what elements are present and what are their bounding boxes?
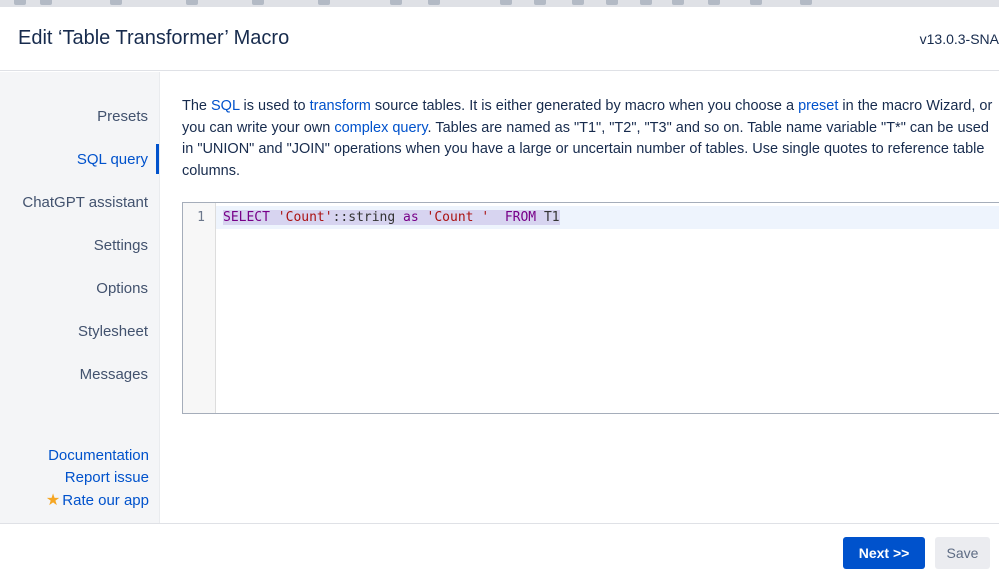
sql-link[interactable]: SQL [211, 98, 239, 114]
desc-text: The [182, 98, 212, 114]
keyword-from: FROM [504, 210, 537, 225]
sidebar-item-stylesheet[interactable]: Stylesheet [78, 323, 148, 340]
preset-link[interactable]: preset [798, 98, 838, 114]
toolbar-stub-icon [428, 0, 440, 5]
code-cast: ::string [332, 210, 404, 225]
toolbar-stub-icon [750, 0, 762, 5]
string-literal: 'Count ' [426, 210, 490, 225]
toolbar-stub-icon [640, 0, 652, 5]
desc-text: is used to [239, 98, 310, 114]
rate-app-label: Rate our app [62, 492, 149, 509]
sql-description: The SQL is used to transform source tabl… [182, 96, 997, 182]
star-icon: ★ [45, 492, 61, 509]
sidebar: Presets SQL query ChatGPT assistant Sett… [0, 72, 160, 523]
complex-query-link[interactable]: complex query [334, 120, 427, 136]
toolbar-stub-icon [800, 0, 812, 5]
report-issue-link[interactable]: Report issue [65, 469, 149, 486]
active-indicator [156, 144, 159, 174]
toolbar-stub-icon [40, 0, 52, 5]
dialog-title: Edit ‘Table Transformer’ Macro [18, 27, 290, 49]
keyword-select: SELECT [223, 210, 270, 225]
sidebar-item-sql-query[interactable]: SQL query [77, 151, 148, 168]
host-toolbar-strip [0, 0, 999, 7]
sidebar-item-options[interactable]: Options [96, 280, 148, 297]
next-button[interactable]: Next >> [843, 537, 925, 569]
desc-text: source tables. It is either generated by… [370, 98, 799, 114]
toolbar-stub-icon [14, 0, 26, 5]
dialog-footer: Next >> Save [0, 523, 999, 573]
sidebar-item-messages[interactable]: Messages [80, 366, 148, 383]
toolbar-stub-icon [500, 0, 512, 5]
toolbar-stub-icon [534, 0, 546, 5]
table-name: T1 [536, 210, 560, 225]
sidebar-item-chatgpt-assistant[interactable]: ChatGPT assistant [22, 194, 148, 211]
save-button[interactable]: Save [935, 537, 990, 569]
editor-gutter: 1 [183, 203, 216, 413]
version-label: v13.0.3-SNA [919, 31, 999, 47]
toolbar-stub-icon [318, 0, 330, 5]
keyword-as: as [403, 210, 419, 225]
toolbar-stub-icon [252, 0, 264, 5]
toolbar-stub-icon [708, 0, 720, 5]
sidebar-item-settings[interactable]: Settings [94, 237, 148, 254]
transform-link[interactable]: transform [310, 98, 371, 114]
toolbar-stub-icon [186, 0, 198, 5]
sidebar-item-presets[interactable]: Presets [97, 108, 148, 125]
toolbar-stub-icon [110, 0, 122, 5]
code-line[interactable]: SELECT 'Count'::string as 'Count ' FROM … [223, 210, 560, 225]
rate-app-link[interactable]: ★ Rate our app [46, 490, 149, 510]
toolbar-stub-icon [572, 0, 584, 5]
string-literal: 'Count' [277, 210, 333, 225]
line-number: 1 [197, 210, 205, 225]
toolbar-stub-icon [606, 0, 618, 5]
selected-code: SELECT 'Count'::string as 'Count ' FROM … [223, 210, 560, 225]
sql-editor[interactable]: 1 SELECT 'Count'::string as 'Count ' FRO… [182, 202, 999, 414]
dialog-header: Edit ‘Table Transformer’ Macro v13.0.3-S… [0, 7, 999, 71]
toolbar-stub-icon [672, 0, 684, 5]
documentation-link[interactable]: Documentation [48, 447, 149, 464]
toolbar-stub-icon [390, 0, 402, 5]
